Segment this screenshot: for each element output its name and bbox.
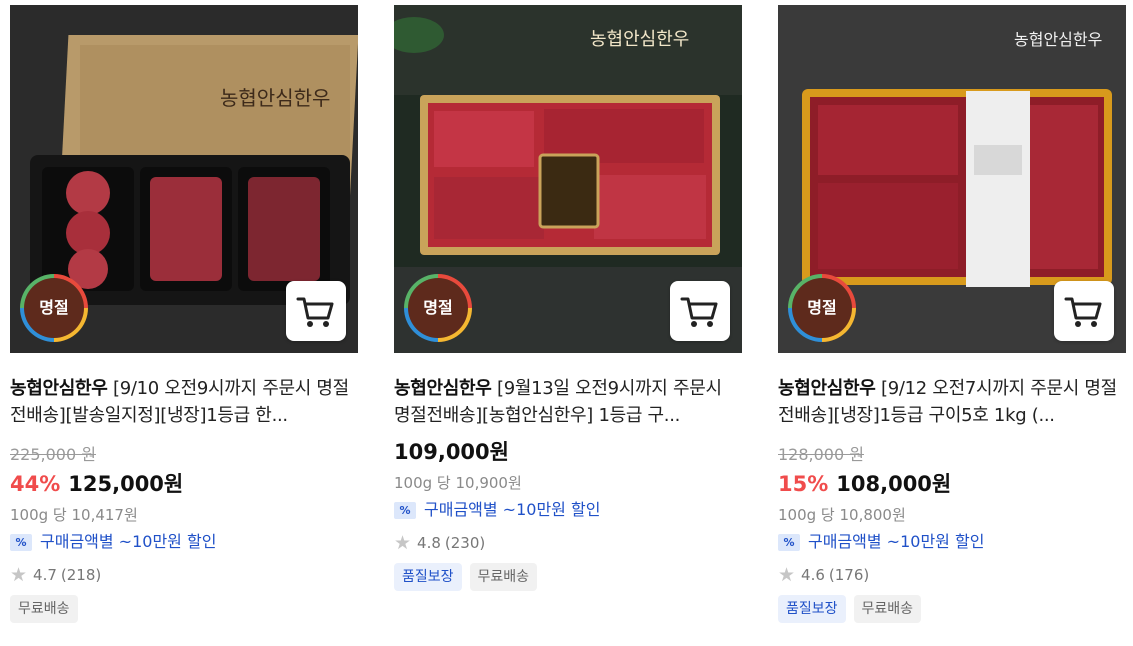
holiday-badge: 명절 — [20, 274, 88, 342]
tag-quality-guarantee: 품질보장 — [778, 595, 846, 623]
coupon-text: 구매금액별 ~10만원 할인 — [424, 500, 601, 519]
star-icon: ★ — [10, 564, 28, 586]
product-title[interactable]: 농협안심한우 [9월13일 오전9시까지 주문시 명절전배송][농협안심한우] … — [394, 375, 742, 429]
tag-free-shipping: 무료배송 — [469, 563, 538, 591]
add-to-cart-button[interactable] — [670, 281, 730, 341]
tag-list: 무료배송 — [10, 595, 358, 623]
unit-price: 100g 당 10,417원 — [10, 506, 138, 524]
coupon-info: % 구매금액별 ~10만원 할인 — [394, 499, 742, 521]
review-count: (218) — [60, 566, 102, 584]
price-row: 44% 125,000원 — [10, 471, 358, 497]
product-card[interactable]: 농협안심한우 명절 농협안심한우 [9/12 오전7시까지 주문시 명절전배송]… — [778, 5, 1126, 623]
holiday-badge: 명절 — [788, 274, 856, 342]
product-brand: 농협안심한우 — [394, 378, 492, 399]
price-row: 109,000원 — [394, 439, 742, 465]
rating: ★ 4.8 (230) — [394, 533, 742, 553]
rating: ★ 4.7 (218) — [10, 565, 358, 585]
logo-text: 농협안심한우 — [220, 86, 330, 110]
coupon-info: % 구매금액별 ~10만원 할인 — [10, 531, 358, 553]
original-price: 128,000 원 — [778, 445, 864, 464]
sale-price: 109,000원 — [394, 440, 509, 464]
product-grid: 농협안심한우 명절 농협안심한우 [9/10 오전9시까지 주문시 명절전배송]… — [0, 0, 1133, 646]
cart-icon — [296, 297, 334, 327]
logo-text: 농협안심한우 — [1014, 30, 1102, 49]
product-brand: 농협안심한우 — [778, 378, 876, 399]
product-card[interactable]: 농협안심한우 명절 농협안심한우 [9월13일 오전9시까지 주문시 명절전배송… — [394, 5, 742, 591]
coupon-info: % 구매금액별 ~10만원 할인 — [778, 531, 1126, 553]
cart-icon — [680, 297, 718, 327]
product-image[interactable]: 농협안심한우 명절 — [394, 5, 742, 353]
discount-rate: 44% — [10, 472, 61, 496]
original-price: 225,000 원 — [10, 445, 96, 464]
unit-price: 100g 당 10,800원 — [778, 506, 906, 524]
cart-icon — [1064, 297, 1102, 327]
product-title[interactable]: 농협안심한우 [9/12 오전7시까지 주문시 명절전배송][냉장]1등급 구이… — [778, 375, 1126, 429]
rating-score: 4.6 — [801, 566, 825, 584]
coupon-text: 구매금액별 ~10만원 할인 — [40, 532, 217, 551]
product-title[interactable]: 농협안심한우 [9/10 오전9시까지 주문시 명절전배송][발송일지정][냉장… — [10, 375, 358, 429]
logo-text: 농협안심한우 — [590, 29, 689, 50]
rating: ★ 4.6 (176) — [778, 565, 1126, 585]
review-count: (176) — [828, 566, 870, 584]
discount-rate: 15% — [778, 472, 829, 496]
holiday-badge: 명절 — [404, 274, 472, 342]
coupon-icon: % — [10, 533, 32, 551]
product-brand: 농협안심한우 — [10, 378, 108, 399]
review-count: (230) — [444, 534, 486, 552]
coupon-icon: % — [778, 533, 800, 551]
badge-label: 명절 — [792, 278, 852, 338]
tag-free-shipping: 무료배송 — [853, 595, 922, 623]
product-card[interactable]: 농협안심한우 명절 농협안심한우 [9/10 오전9시까지 주문시 명절전배송]… — [10, 5, 358, 623]
sale-price: 125,000원 — [68, 472, 184, 496]
add-to-cart-button[interactable] — [286, 281, 346, 341]
product-image[interactable]: 농협안심한우 명절 — [778, 5, 1126, 353]
star-icon: ★ — [394, 532, 412, 554]
price-row: 15% 108,000원 — [778, 471, 1126, 497]
coupon-icon: % — [394, 501, 416, 519]
rating-score: 4.8 — [417, 534, 441, 552]
coupon-text: 구매금액별 ~10만원 할인 — [808, 532, 985, 551]
sale-price: 108,000원 — [836, 472, 952, 496]
unit-price: 100g 당 10,900원 — [394, 474, 522, 492]
rating-score: 4.7 — [33, 566, 57, 584]
tag-free-shipping: 무료배송 — [10, 595, 78, 623]
badge-label: 명절 — [24, 278, 84, 338]
product-image[interactable]: 농협안심한우 명절 — [10, 5, 358, 353]
tag-quality-guarantee: 품질보장 — [394, 563, 462, 591]
add-to-cart-button[interactable] — [1054, 281, 1114, 341]
tag-list: 품질보장 무료배송 — [394, 563, 742, 591]
star-icon: ★ — [778, 564, 796, 586]
tag-list: 품질보장 무료배송 — [778, 595, 1126, 623]
badge-label: 명절 — [408, 278, 468, 338]
